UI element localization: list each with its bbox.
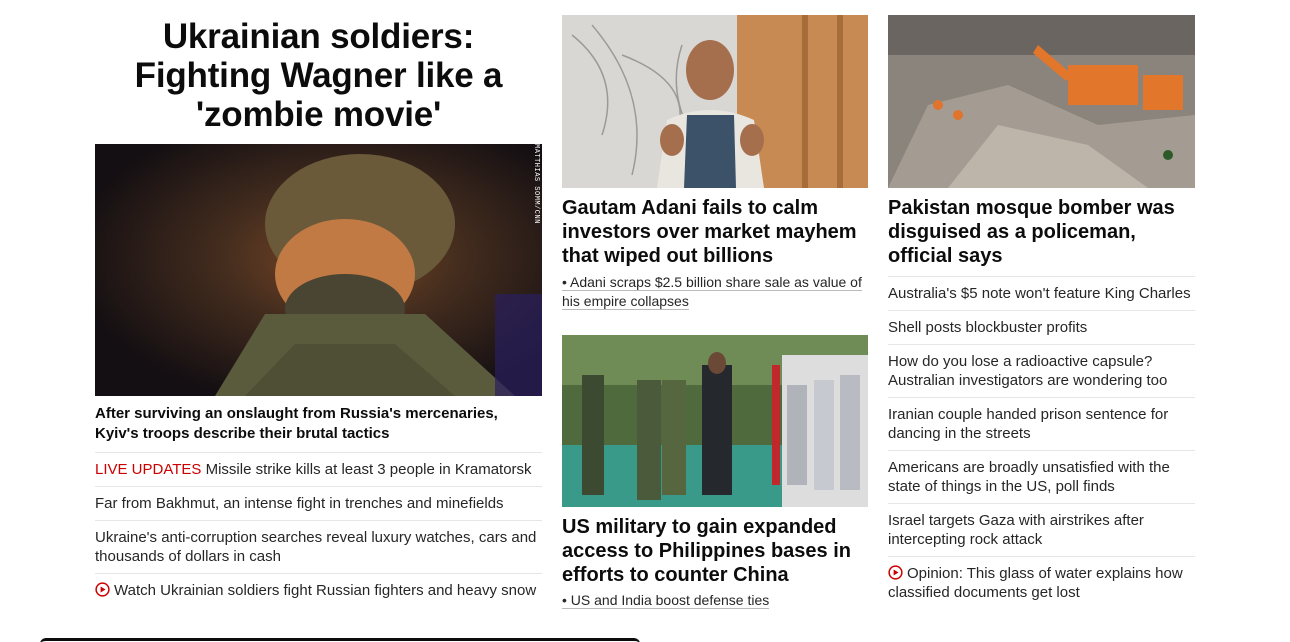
next-section-edge xyxy=(40,638,640,642)
lead-subheadline[interactable]: After surviving an onslaught from Russia… xyxy=(95,404,542,453)
adani-image[interactable] xyxy=(562,15,868,188)
list-item[interactable]: Americans are broadly unsatisfied with t… xyxy=(888,451,1195,504)
list-item[interactable]: Australia's $5 note won't feature King C… xyxy=(888,277,1195,311)
lead-related-links: LIVE UPDATES Missile strike kills at lea… xyxy=(95,453,542,607)
lead-image-soldier[interactable]: MATTHIAS SOMM/CNN xyxy=(95,144,542,396)
military-related-link[interactable]: • US and India boost defense ties xyxy=(562,591,868,610)
adani-headline[interactable]: Gautam Adani fails to calm investors ove… xyxy=(562,196,868,268)
lead-headline[interactable]: Ukrainian soldiers: Fighting Wagner like… xyxy=(95,17,542,134)
military-headline[interactable]: US military to gain expanded access to P… xyxy=(562,515,868,587)
list-item[interactable]: Iranian couple handed prison sentence fo… xyxy=(888,398,1195,451)
play-circle-icon xyxy=(95,582,110,597)
live-updates-label: LIVE UPDATES xyxy=(95,461,202,478)
list-item[interactable]: How do you lose a radioactive capsule? A… xyxy=(888,345,1195,398)
right-column: Pakistan mosque bomber was disguised as … xyxy=(888,15,1195,609)
military-image[interactable] xyxy=(562,335,868,507)
lead-story: Ukrainian soldiers: Fighting Wagner like… xyxy=(95,15,542,607)
middle-column: Gautam Adani fails to calm investors ove… xyxy=(562,15,868,610)
list-item[interactable]: Opinion: This glass of water explains ho… xyxy=(888,557,1195,609)
play-circle-icon xyxy=(888,565,903,580)
right-related-links: Australia's $5 note won't feature King C… xyxy=(888,276,1195,609)
list-item[interactable]: Watch Ukrainian soldiers fight Russian f… xyxy=(95,574,542,607)
adani-related-link[interactable]: • Adani scraps $2.5 billion share sale a… xyxy=(562,273,868,311)
image-credit: MATTHIAS SOMM/CNN xyxy=(532,144,540,224)
pakistan-headline[interactable]: Pakistan mosque bomber was disguised as … xyxy=(888,196,1195,268)
list-item[interactable]: Israel targets Gaza with airstrikes afte… xyxy=(888,504,1195,557)
list-item[interactable]: Far from Bakhmut, an intense fight in tr… xyxy=(95,487,542,521)
list-item[interactable]: Ukraine's anti-corruption searches revea… xyxy=(95,521,542,574)
list-item[interactable]: LIVE UPDATES Missile strike kills at lea… xyxy=(95,453,542,487)
list-item[interactable]: Shell posts blockbuster profits xyxy=(888,311,1195,345)
pakistan-image[interactable] xyxy=(888,15,1195,188)
